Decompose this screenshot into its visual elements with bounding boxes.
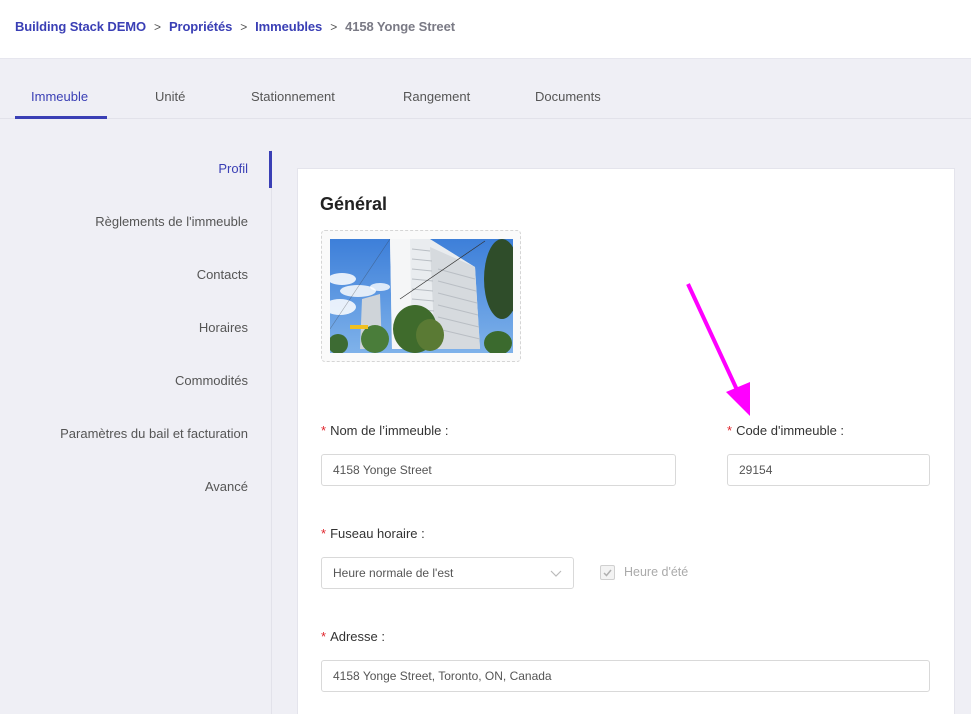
required-mark: *: [321, 629, 327, 644]
annotation-arrow-icon: [686, 283, 750, 416]
sidebar-item-reglements[interactable]: Règlements de l'immeuble: [95, 214, 248, 229]
building-name-label: * Nom de l’immeuble :: [321, 423, 449, 438]
tab-documents[interactable]: Documents: [535, 89, 601, 104]
top-bar: Building Stack DEMO > Propriétés > Immeu…: [0, 0, 971, 59]
breadcrumb-separator: >: [240, 19, 248, 34]
required-mark: *: [727, 423, 733, 438]
section-title: Général: [320, 194, 388, 214]
breadcrumb-proprietes[interactable]: Propriétés: [169, 19, 232, 34]
building-code-label: * Code d'immeuble :: [727, 423, 845, 438]
active-tab-indicator: [15, 116, 107, 119]
tab-immeuble[interactable]: Immeuble: [31, 89, 88, 104]
dst-checkbox[interactable]: [600, 565, 615, 580]
sidebar-item-horaires[interactable]: Horaires: [199, 320, 248, 335]
dst-label: Heure d'été: [624, 565, 689, 579]
sidebar-item-contacts[interactable]: Contacts: [197, 267, 248, 282]
breadcrumb-separator: >: [154, 19, 161, 34]
breadcrumb-current: 4158 Yonge Street: [345, 19, 455, 34]
sidebar-item-profil[interactable]: Profil: [218, 161, 248, 176]
tab-stationnement[interactable]: Stationnement: [251, 89, 335, 104]
tab-rangement[interactable]: Rangement: [403, 89, 470, 104]
sidebar-item-avance[interactable]: Avancé: [205, 479, 248, 494]
timezone-label: * Fuseau horaire :: [321, 526, 425, 541]
breadcrumb: Building Stack DEMO > Propriétés > Immeu…: [15, 19, 455, 34]
breadcrumb-building-stack-demo[interactable]: Building Stack DEMO: [15, 19, 146, 34]
sidebar-item-commodites[interactable]: Commodités: [175, 373, 248, 388]
breadcrumb-separator: >: [330, 19, 338, 34]
building-photo-upload[interactable]: [321, 230, 521, 362]
required-mark: *: [321, 526, 327, 541]
building-photo: [330, 239, 513, 353]
tab-unite[interactable]: Unité: [155, 89, 185, 104]
sidenav-divider: [271, 150, 272, 714]
address-label: * Adresse :: [321, 629, 385, 644]
address-input[interactable]: [321, 660, 930, 692]
timezone-select[interactable]: Heure normale de l'est: [321, 557, 574, 589]
required-mark: *: [321, 423, 327, 438]
chevron-down-icon: [550, 570, 562, 577]
building-name-input[interactable]: [321, 454, 676, 486]
tab-bar: Immeuble Unité Stationnement Rangement D…: [0, 59, 971, 119]
building-code-input[interactable]: [727, 454, 930, 486]
timezone-selected-value: Heure normale de l'est: [333, 566, 454, 580]
checkmark-icon: [603, 569, 612, 577]
sidebar-item-parametres-bail[interactable]: Paramètres du bail et facturation: [60, 426, 248, 441]
breadcrumb-immeubles[interactable]: Immeubles: [255, 19, 322, 34]
sidenav-active-indicator: [269, 151, 272, 188]
